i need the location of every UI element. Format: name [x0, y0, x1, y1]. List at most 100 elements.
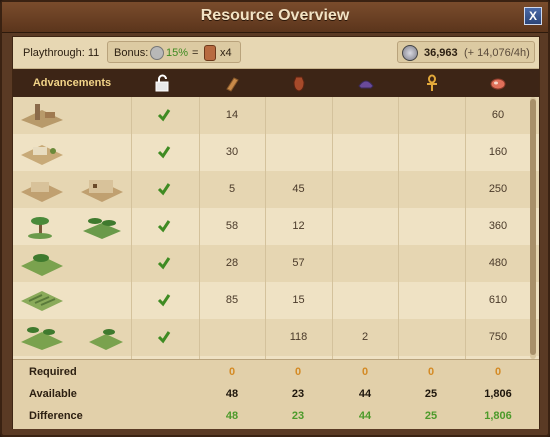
- resource-cap-icon: [204, 45, 216, 61]
- table-row: 58 12 360: [13, 208, 539, 245]
- column-divider: [131, 97, 132, 359]
- difference-papyrus: 48: [225, 410, 239, 422]
- bonus-multiplier: x4: [220, 47, 232, 59]
- ankh-value: [398, 134, 465, 171]
- difference-meat: 1,806: [484, 410, 512, 422]
- pottery-value: 12: [292, 220, 305, 232]
- ankh-value: [398, 97, 465, 134]
- available-meat: 1,806: [484, 388, 512, 400]
- overview-panel: Playthrough: 11 Bonus: 15% = x4 36,963 (…: [12, 36, 540, 429]
- pottery-value: 57: [292, 257, 305, 269]
- bonus-equals: =: [192, 47, 199, 59]
- settlement-camp-icon: [21, 145, 63, 165]
- raw-meat-icon: [490, 78, 506, 90]
- pottery-value: [265, 134, 332, 171]
- summary-bar: Playthrough: 11 Bonus: 15% = x4 36,963 (…: [13, 37, 539, 69]
- advancements-header: Advancements: [32, 77, 112, 89]
- difference-label: Difference: [29, 410, 83, 422]
- table-row: 28 57 480: [13, 245, 539, 282]
- scrollbar-thumb[interactable]: [530, 99, 536, 355]
- papyrus-value: 28: [225, 257, 239, 269]
- palm-field-icon: [21, 254, 63, 276]
- cloth-value: [332, 208, 398, 245]
- difference-cloth: 44: [358, 410, 372, 422]
- bonus-percent: 15%: [166, 47, 189, 59]
- available-row: Available 48 23 44 25 1,806: [13, 384, 539, 405]
- table-row: 85 15 610: [13, 282, 539, 319]
- difference-ankh: 25: [424, 410, 438, 422]
- bonus-box: Bonus: 15% = x4: [107, 41, 241, 63]
- coins-box: 36,963 (+ 14,076/4h): [397, 41, 535, 63]
- column-divider: [398, 97, 399, 359]
- ankh-value: [398, 245, 465, 282]
- table-row: 5 45 250: [13, 171, 539, 208]
- pottery-value: [265, 97, 332, 134]
- bonus-label: Bonus:: [114, 47, 149, 59]
- checkmark-icon: [157, 257, 171, 270]
- meat-value: 750: [488, 331, 508, 343]
- meat-value: 160: [488, 146, 508, 158]
- papyrus-value: 30: [225, 146, 239, 158]
- column-divider: [332, 97, 333, 359]
- checkmark-icon: [157, 294, 171, 307]
- available-ankh: 25: [424, 388, 438, 400]
- purple-cloth-icon: [358, 80, 374, 89]
- column-divider: [199, 97, 200, 359]
- cloth-value: [332, 171, 398, 208]
- meat-value: 610: [488, 294, 508, 306]
- oasis-palms-icon: [21, 327, 63, 350]
- table-header: Advancements: [13, 69, 539, 97]
- table-row: 30 160: [13, 134, 539, 171]
- coins-value: 36,963: [424, 47, 458, 59]
- column-divider: [265, 97, 266, 359]
- playthrough-label: Playthrough: 11: [23, 47, 100, 59]
- available-cloth: 44: [358, 388, 372, 400]
- totals-footer: Required 0 0 0 0 0 Available 48 23 44 25…: [13, 359, 539, 429]
- palm-garden-icon: [83, 218, 121, 239]
- gear-icon: [150, 46, 164, 60]
- papyrus-value: 58: [225, 220, 239, 232]
- coin-icon: [402, 45, 418, 61]
- papyrus-value: 5: [228, 183, 236, 195]
- meat-value: 480: [488, 257, 508, 269]
- pottery-value: 45: [292, 183, 305, 195]
- table-row: 14 60: [13, 97, 539, 134]
- checkmark-icon: [157, 146, 171, 159]
- difference-row: Difference 48 23 44 25 1,806: [13, 406, 539, 427]
- available-papyrus: 48: [225, 388, 239, 400]
- palm-tree-icon: [28, 217, 52, 239]
- papyrus-value: 14: [225, 109, 239, 121]
- ankh-value: [398, 171, 465, 208]
- title-bar: Resource Overview X: [2, 2, 548, 33]
- cloth-value: 2: [361, 331, 369, 343]
- checkmark-icon: [157, 109, 171, 122]
- golden-ankh-icon: [427, 74, 437, 91]
- meat-value: 60: [491, 109, 505, 121]
- window-title: Resource Overview: [200, 7, 350, 24]
- papyrus-value: 85: [225, 294, 239, 306]
- crop-field-icon: [21, 291, 63, 311]
- meat-value: 250: [488, 183, 508, 195]
- resource-overview-window: Resource Overview X Playthrough: 11 Bonu…: [0, 0, 550, 437]
- small-palms-icon: [89, 329, 123, 350]
- required-cloth: 0: [361, 366, 369, 378]
- pottery-vase-icon: [293, 76, 305, 92]
- pottery-value: 15: [292, 294, 305, 306]
- required-meat: 0: [494, 366, 502, 378]
- ankh-value: [398, 208, 465, 245]
- required-ankh: 0: [427, 366, 435, 378]
- advancements-list[interactable]: 14 60 30 160 5 45 250 58 12 360 28 57 48…: [13, 97, 539, 359]
- scrollbar[interactable]: [530, 97, 536, 359]
- available-label: Available: [29, 388, 77, 400]
- cloth-value: [332, 245, 398, 282]
- close-button[interactable]: X: [524, 7, 542, 25]
- required-row: Required 0 0 0 0 0: [13, 362, 539, 383]
- checkmark-icon: [157, 331, 171, 344]
- obelisk-quarry-icon: [21, 104, 63, 128]
- coins-rate: (+ 14,076/4h): [464, 47, 530, 59]
- required-label: Required: [29, 366, 77, 378]
- checkmark-icon: [157, 183, 171, 196]
- pottery-value: 118: [289, 331, 308, 343]
- checkmark-icon: [157, 220, 171, 233]
- papyrus-icon: [226, 77, 239, 92]
